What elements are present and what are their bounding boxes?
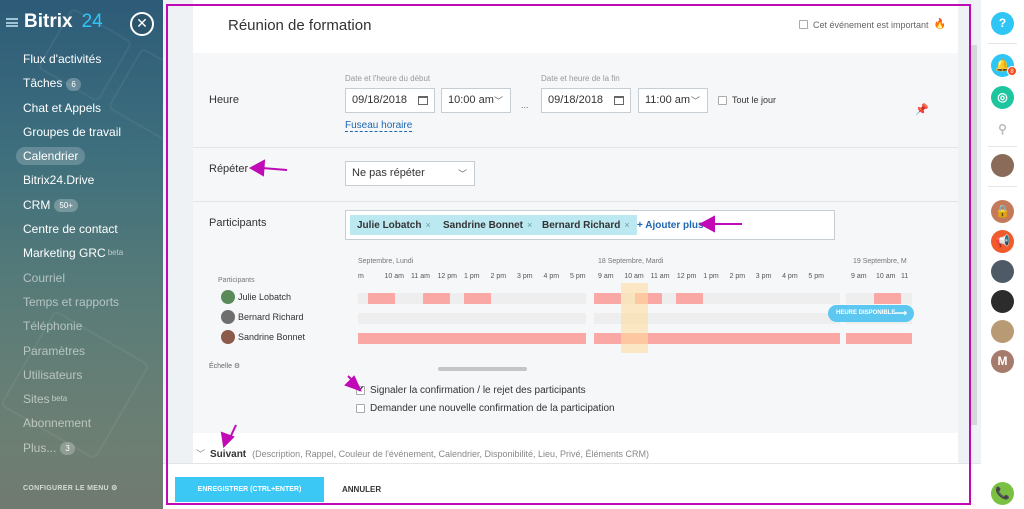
arrow-head	[248, 159, 266, 177]
arrow-head	[698, 215, 715, 233]
annotation-arrows	[220, 159, 742, 449]
arrow-head	[344, 375, 362, 392]
arrow-repeat	[261, 167, 288, 171]
